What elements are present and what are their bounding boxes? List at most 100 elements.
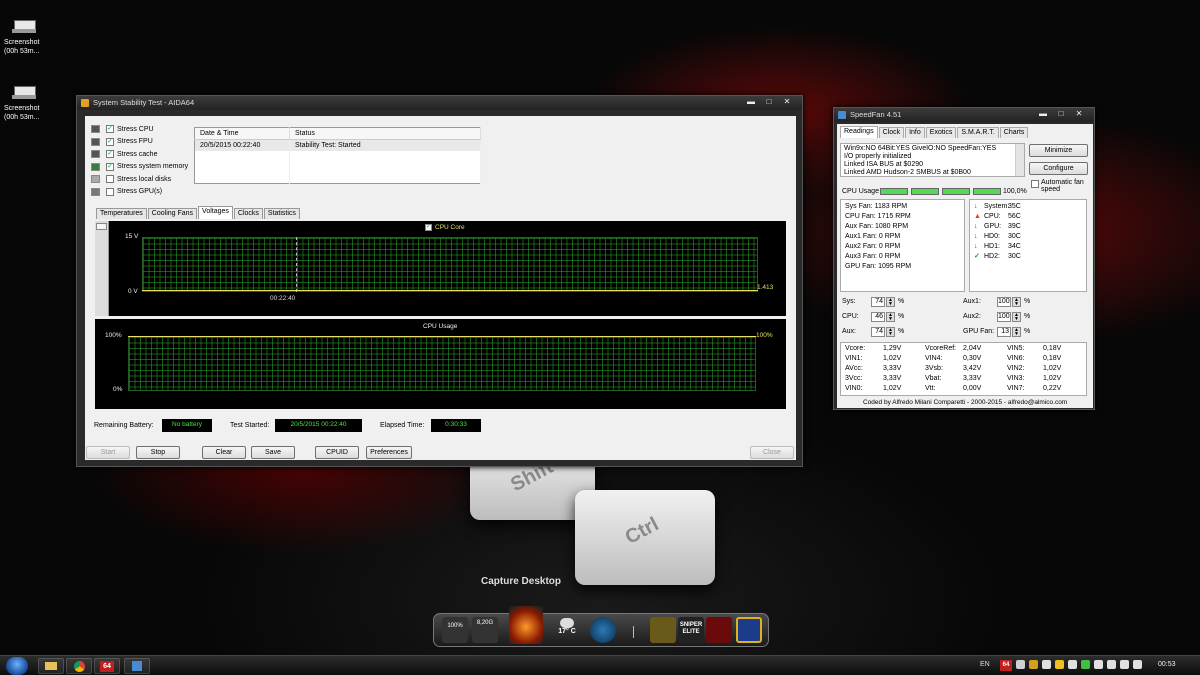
dock-game-icon[interactable] [650, 617, 676, 643]
col-status[interactable]: Status [289, 127, 481, 140]
fan-speed-input[interactable]: 46 [871, 312, 885, 322]
desktop-icon-screenshot-2[interactable]: Screenshot (00h 53m... [4, 84, 48, 122]
minimize-icon[interactable]: ▬ [742, 97, 760, 107]
tray-icon[interactable] [1133, 660, 1142, 669]
stress-checkbox[interactable] [106, 175, 114, 183]
stress-checkbox[interactable]: ✓ [106, 125, 114, 133]
configure-button[interactable]: Configure [1029, 162, 1088, 175]
maximize-icon[interactable]: □ [760, 97, 778, 107]
tab-s-m-a-r-t[interactable]: S.M.A.R.T. [957, 127, 999, 138]
tray-aida64-icon[interactable]: 64 [1000, 660, 1012, 671]
fan-speed-input[interactable]: 74 [871, 297, 885, 307]
stress-option[interactable]: ✓ Stress CPU [91, 124, 154, 134]
fan-speed-input[interactable]: 100 [997, 297, 1011, 307]
tray-icon[interactable] [1042, 660, 1051, 669]
speedfan-titlebar[interactable]: SpeedFan 4.51 ▬ □ ✕ [834, 108, 1094, 122]
close-icon[interactable]: ✕ [1070, 109, 1088, 119]
stress-option[interactable]: ✓ Stress cache [91, 149, 157, 159]
preferences-button[interactable]: Preferences [366, 446, 412, 459]
speedfan-app-icon [838, 111, 846, 119]
tray-icon[interactable] [1081, 660, 1090, 669]
tray-icon[interactable] [1094, 660, 1103, 669]
fan-speed-spinner[interactable]: ▲ ▼ [1012, 327, 1021, 337]
stress-checkbox[interactable]: ✓ [106, 150, 114, 158]
battery-value: No battery [162, 419, 212, 432]
tab-temperatures[interactable]: Temperatures [96, 208, 147, 219]
desktop-icon-label: Screenshot (00h 53m... [4, 39, 40, 55]
stress-option[interactable]: ✓ Stress system memory [91, 162, 188, 172]
tray-icon[interactable] [1016, 660, 1025, 669]
fan-speed-input[interactable]: 74 [871, 327, 885, 337]
tab-cooling-fans[interactable]: Cooling Fans [147, 208, 198, 219]
stress-option[interactable]: Stress local disks [91, 174, 171, 184]
tray-icon[interactable] [1029, 660, 1038, 669]
dock-cpu-meter[interactable]: 100% [442, 617, 468, 643]
minimize-button[interactable]: Minimize [1029, 144, 1088, 157]
start-button-orb[interactable] [6, 657, 28, 675]
taskbar-chrome-icon[interactable] [66, 658, 92, 674]
stress-option[interactable]: ✓ Stress FPU [91, 137, 153, 147]
tray-icon[interactable] [1068, 660, 1077, 669]
fan-speed-spinner[interactable]: ▲ ▼ [1012, 312, 1021, 322]
graph-scroll-thumb[interactable] [96, 223, 107, 230]
dock-weather-widget[interactable]: 17° C [552, 617, 582, 643]
temperature-reading: ↓ GPU: 39C [974, 222, 1082, 232]
dock-l-app-icon[interactable] [736, 617, 762, 643]
tab-clocks[interactable]: Clocks [233, 208, 263, 219]
stop-button[interactable]: Stop [136, 446, 180, 459]
tab-charts[interactable]: Charts [999, 127, 1029, 138]
fan-speed-input[interactable]: 13 [997, 327, 1011, 337]
language-indicator[interactable]: EN [980, 661, 990, 668]
tray-icon[interactable] [1107, 660, 1116, 669]
cpuid-button[interactable]: CPUID [315, 446, 359, 459]
stress-checkbox[interactable]: ✓ [106, 162, 114, 171]
stress-option[interactable]: Stress GPU(s) [91, 187, 162, 197]
save-button[interactable]: Save [251, 446, 295, 459]
cpu-usage-label: CPU Usage [842, 188, 879, 195]
col-date-time[interactable]: Date & Time [194, 127, 290, 140]
log-scrollbar[interactable] [1015, 144, 1024, 176]
fan-speed-spinner[interactable]: ▲ ▼ [886, 312, 895, 322]
voltage-value: 3,33V [963, 375, 982, 382]
maximize-icon[interactable]: □ [1052, 109, 1070, 119]
dock-soldier-icon[interactable] [706, 617, 732, 643]
desktop-icon-screenshot-1[interactable]: Screenshot (00h 53m... [4, 18, 48, 56]
cpu-usage-graph: CPU Usage 100% 0% 100% [95, 319, 786, 409]
taskbar-aida64-icon[interactable]: 64 [94, 658, 120, 674]
fan-speed-spinner[interactable]: ▲ ▼ [1012, 297, 1021, 307]
tab-exotics[interactable]: Exotics [925, 127, 957, 138]
taskbar-speedfan-icon[interactable] [124, 658, 150, 674]
close-button[interactable]: Close [750, 446, 794, 459]
dock-ram-meter[interactable]: 8,20G [472, 617, 498, 643]
graph-scrollbar[interactable] [95, 221, 109, 316]
start-button[interactable]: Start [86, 446, 130, 459]
auto-fan-speed-checkbox[interactable] [1031, 180, 1039, 188]
tray-icon[interactable] [1120, 660, 1129, 669]
minimize-icon[interactable]: ▬ [1034, 109, 1052, 119]
dock-ram-value: 8,20G [476, 620, 494, 626]
dock-sniper-elite-icon[interactable]: SNIPER ELITE [678, 617, 704, 643]
dock-app-icon-fire[interactable] [509, 606, 543, 644]
fan-speed-spinner[interactable]: ▲ ▼ [886, 327, 895, 337]
weather-temperature: 17° C [558, 628, 576, 635]
cpu-core-legend[interactable]: ✓ CPU Core [425, 224, 465, 231]
table-row[interactable]: 20/5/2015 00:22:40 Stability Test: Start… [194, 139, 481, 151]
clear-button[interactable]: Clear [202, 446, 246, 459]
tray-icon[interactable] [1055, 660, 1064, 669]
dock-steam-icon[interactable] [590, 617, 616, 643]
fan-speed-input[interactable]: 100 [997, 312, 1011, 322]
y-axis-min: 0% [113, 386, 123, 393]
taskbar-clock[interactable]: 00:53 [1158, 661, 1176, 668]
fan-speed-spinner[interactable]: ▲ ▼ [886, 297, 895, 307]
aida-titlebar[interactable]: System Stability Test - AIDA64 ▬ □ ✕ [77, 96, 802, 110]
tab-statistics[interactable]: Statistics [263, 208, 300, 219]
stress-checkbox[interactable]: ✓ [106, 137, 114, 146]
taskbar-explorer-icon[interactable] [38, 658, 64, 674]
tab-info[interactable]: Info [905, 127, 925, 138]
cpu-core-checkbox[interactable]: ✓ [425, 224, 432, 231]
stress-checkbox[interactable] [106, 187, 114, 196]
tab-readings[interactable]: Readings [840, 126, 878, 138]
tab-voltages[interactable]: Voltages [198, 206, 233, 219]
close-icon[interactable]: ✕ [778, 97, 796, 107]
tab-clock[interactable]: Clock [878, 127, 905, 138]
